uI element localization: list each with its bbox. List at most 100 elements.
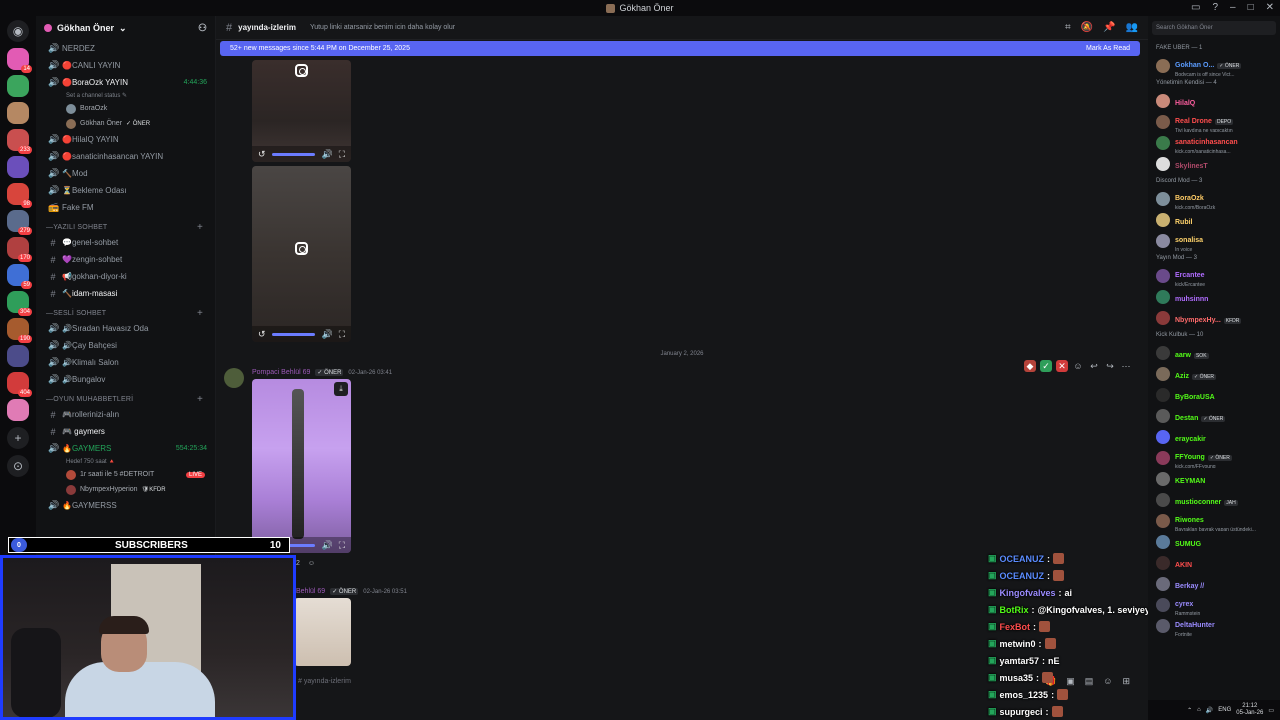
replay-icon[interactable]: ↺	[258, 149, 266, 160]
member-item[interactable]: Berkay //	[1148, 573, 1280, 594]
language-indicator[interactable]: ENG	[1218, 707, 1231, 713]
channel-category[interactable]: — OYUN MUHABBETLERİ +	[40, 388, 211, 406]
channel-item[interactable]: 🔊 🔊Çay Bahçesi	[40, 337, 211, 354]
server-icon[interactable]: 59	[7, 264, 32, 289]
server-icon[interactable]: 170	[7, 237, 32, 262]
reject-icon[interactable]: ✕	[1056, 360, 1068, 372]
member-item[interactable]: Gokhan O... ✓ ÖNER Bodycam is off since Vi…	[1148, 55, 1280, 76]
channel-item[interactable]: # 💜zengin-sohbet	[40, 251, 211, 268]
member-item[interactable]: SkylinesT	[1148, 153, 1280, 174]
channel-item[interactable]: 🔊 🔴HilalQ YAYIN	[40, 131, 211, 148]
add-reaction-icon[interactable]: ☺	[308, 560, 315, 567]
channel-category[interactable]: — YAZILI SOHBET +	[40, 216, 211, 234]
video-progress[interactable]	[271, 332, 316, 336]
member-item[interactable]: Ercantee kick/Ercantee	[1148, 265, 1280, 286]
approve-icon[interactable]: ✓	[1040, 360, 1052, 372]
member-item[interactable]: mustioconner JAH	[1148, 489, 1280, 510]
member-item[interactable]: BoraOzk kick.com/BoraOzk	[1148, 188, 1280, 209]
channel-item[interactable]: 🔊 ⏳Bekleme Odası	[40, 182, 211, 199]
member-item[interactable]: Destan ✓ ÖNER	[1148, 405, 1280, 426]
members-icon[interactable]: 👥	[1126, 22, 1138, 33]
server-icon[interactable]: 190	[7, 318, 32, 343]
guild-header[interactable]: Gökhan Öner ⌄ ⚇	[36, 16, 215, 40]
volume-icon[interactable]: 🔊	[321, 329, 332, 340]
help-icon[interactable]: ?	[1212, 2, 1218, 13]
image-embed[interactable]	[294, 598, 351, 666]
fullscreen-icon[interactable]: ⛶	[339, 329, 345, 340]
discord-home-icon[interactable]: ◉	[7, 20, 29, 42]
server-icon[interactable]	[7, 75, 29, 97]
voice-user[interactable]: 1r saati ile 5 #DETROIT LIVE	[40, 467, 211, 482]
reply-icon[interactable]: ↩	[1088, 360, 1100, 372]
add-channel-icon[interactable]: +	[197, 394, 211, 405]
member-item[interactable]: DeltaHunter Fortnite	[1148, 615, 1280, 636]
server-icon[interactable]	[7, 345, 29, 367]
channel-item[interactable]: # 📢gokhan-diyor-ki	[40, 268, 211, 285]
voice-user[interactable]: Gökhan Öner ✓ ÖNER	[40, 116, 211, 131]
add-channel-icon[interactable]: +	[197, 222, 211, 233]
member-item[interactable]: SUMUG	[1148, 531, 1280, 552]
channel-item[interactable]: 🔊 🔊Bungalov	[40, 371, 211, 388]
download-icon[interactable]: ⤓	[334, 382, 348, 396]
search-input[interactable]: Search Gökhan Öner	[1152, 21, 1276, 35]
channel-status[interactable]: Set a channel status ✎	[40, 91, 211, 101]
chevron-up-icon[interactable]: ⌃	[1187, 707, 1192, 714]
reaction-add-icon[interactable]: ◆	[1024, 360, 1036, 372]
emoji-icon[interactable]: ☺	[1072, 360, 1084, 372]
author-avatar[interactable]	[224, 368, 244, 388]
video-progress[interactable]	[271, 152, 316, 156]
volume-icon[interactable]: 🔊	[1206, 707, 1213, 714]
channel-category[interactable]: — SESLİ SOHBET +	[40, 302, 211, 320]
add-server-icon[interactable]: +	[7, 427, 29, 449]
channel-item[interactable]: 🔊 🔥GAYMERS 554:25:34	[40, 440, 211, 457]
member-item[interactable]: FFYoung ✓ ÖNER kick.com/FFyoung	[1148, 447, 1280, 468]
discover-icon[interactable]: ⊙	[7, 455, 29, 477]
video-embed[interactable]: ↺ 🔊 ⛶	[252, 166, 351, 342]
member-item[interactable]: Real Drone DEPO Tivi kaydına ne yapıcaktın	[1148, 111, 1280, 132]
server-icon[interactable]: 98	[7, 183, 32, 208]
volume-icon[interactable]: 🔊	[321, 149, 332, 160]
server-icon[interactable]	[7, 102, 29, 124]
server-icon[interactable]: 404	[7, 372, 32, 397]
clock[interactable]: 21:12 05-Jan-26	[1236, 703, 1263, 717]
member-item[interactable]: ByBoraUSA	[1148, 384, 1280, 405]
mute-icon[interactable]: 🔕	[1081, 22, 1093, 33]
threads-icon[interactable]: ⌗	[1065, 22, 1071, 33]
server-icon[interactable]	[7, 399, 29, 421]
volume-icon[interactable]: 🔊	[321, 540, 332, 551]
channel-item[interactable]: 🔊 🔨Mod	[40, 165, 211, 182]
channel-item[interactable]: # 🎮 gaymers	[40, 423, 211, 440]
channel-item[interactable]: 🔊 NERDEZ	[40, 40, 211, 57]
server-icon[interactable]: 14	[7, 48, 32, 73]
fullscreen-icon[interactable]: ⛶	[339, 540, 345, 551]
channel-item[interactable]: 🔊 🔴sanaticinhasancan YAYIN	[40, 148, 211, 165]
channel-item[interactable]: 🔊 🔊Klimalı Salon	[40, 354, 211, 371]
channel-item[interactable]: 🔊 🔴CANLI YAYIN	[40, 57, 211, 74]
channel-item[interactable]: # 💬genel-sohbet	[40, 234, 211, 251]
voice-user[interactable]: BoraOzk	[40, 101, 211, 116]
channel-item[interactable]: # 🔨idam-masasi	[40, 285, 211, 302]
author-name[interactable]: Pompaci Behlül 69	[252, 369, 310, 376]
add-channel-icon[interactable]: +	[197, 308, 211, 319]
network-icon[interactable]: ⌂	[1197, 707, 1201, 713]
server-icon[interactable]: 304	[7, 291, 32, 316]
author-name[interactable]: Behlül 69	[296, 588, 325, 595]
channel-item[interactable]: 🔊 🔊Sıradan Havasız Oda	[40, 320, 211, 337]
server-icon[interactable]: 279	[7, 210, 32, 235]
channel-item[interactable]: # 🎮rollerinizi-alın	[40, 406, 211, 423]
video-embed[interactable]: ↺ 🔊 ⛶	[252, 60, 351, 162]
member-item[interactable]: Rubil	[1148, 209, 1280, 230]
video-embed[interactable]: ⤓ ▶ 🔊 ⛶	[252, 379, 351, 553]
member-item[interactable]: sonalisa In voice	[1148, 230, 1280, 251]
mark-as-read-button[interactable]: Mark As Read	[1086, 45, 1130, 52]
pin-icon[interactable]: 📌	[1103, 22, 1115, 33]
member-item[interactable]: Aziz ✓ ÖNER	[1148, 363, 1280, 384]
close-icon[interactable]: ✕	[1266, 2, 1274, 13]
voice-user[interactable]: NbympexHyperion 🛡KFDR	[40, 482, 211, 497]
minimize-icon[interactable]: –	[1230, 2, 1236, 13]
fullscreen-icon[interactable]: ⛶	[339, 149, 345, 160]
new-messages-banner[interactable]: 52+ new messages since 5:44 PM on Decemb…	[220, 41, 1140, 56]
server-icon[interactable]: 233	[7, 129, 32, 154]
replay-icon[interactable]: ↺	[258, 329, 266, 340]
member-item[interactable]: sanaticinhasancan kick.com/sanaticinhasa.…	[1148, 132, 1280, 153]
